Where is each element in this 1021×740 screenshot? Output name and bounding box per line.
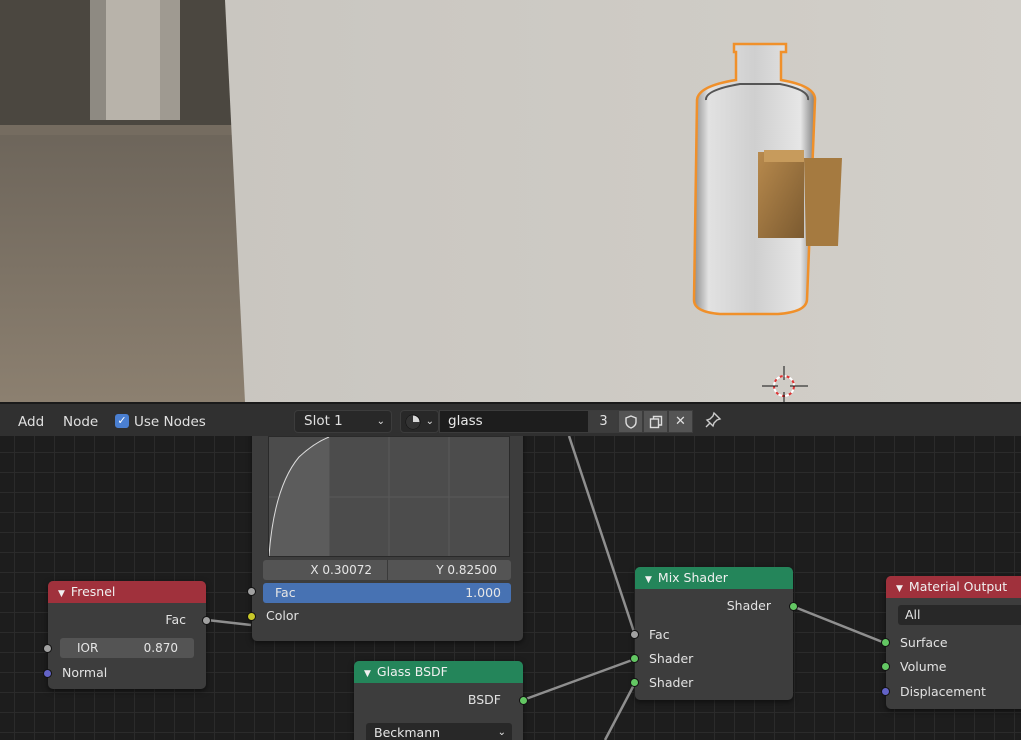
fresnel-node-header[interactable]: ▼ Fresnel [48, 581, 206, 603]
mix-shader-title: Mix Shader [657, 570, 728, 585]
material-output-node-header[interactable]: ▼ Material Output [886, 576, 1021, 598]
fresnel-ior-label: IOR [77, 641, 99, 655]
mix-shader-node-header[interactable]: ▼ Mix Shader [635, 567, 793, 589]
collapse-triangle-icon[interactable]: ▼ [896, 584, 903, 594]
cardboard-box [758, 152, 804, 238]
pin-icon[interactable] [704, 411, 722, 431]
node-editor-header: Add Node ✓ Use Nodes Slot 1 ⌄ ⌄ glass 3 … [0, 402, 1021, 436]
link-incoming-to-mix-fac [567, 436, 637, 636]
mix-shader-output-label: Shader [726, 598, 771, 613]
viewport-render [0, 0, 1021, 402]
material-browse-button[interactable]: ⌄ [400, 410, 439, 433]
material-output-node[interactable]: ▼ Material Output All Surface Volume Disp… [881, 576, 1021, 709]
glass-bsdf-node-header[interactable]: ▼ Glass BSDF [354, 661, 523, 683]
material-sphere-icon [405, 414, 421, 430]
use-nodes-checkbox[interactable]: ✓ [115, 414, 129, 428]
curve-point-readout[interactable]: X 0.30072 Y 0.82500 [263, 560, 511, 580]
glass-distribution-dropdown[interactable]: Beckmann ⌄ [366, 723, 512, 740]
curve-fac-socket[interactable] [247, 587, 256, 596]
duplicate-material-icon[interactable] [643, 410, 668, 433]
node-menu[interactable]: Node [63, 412, 98, 432]
mix-shader-output-socket[interactable] [789, 602, 798, 611]
curve-graph[interactable] [268, 436, 510, 557]
glass-bsdf-node[interactable]: ▼ Glass BSDF BSDF Beckmann ⌄ [354, 661, 528, 740]
chevron-down-icon: ⌄ [376, 416, 385, 427]
curve-x-field[interactable]: X 0.30072 [263, 560, 386, 580]
fresnel-ior-socket[interactable] [43, 644, 52, 653]
collapse-triangle-icon[interactable]: ▼ [645, 575, 652, 585]
link-offscreen-to-mix [603, 682, 637, 740]
glass-bsdf-title: Glass BSDF [376, 664, 448, 679]
glass-distribution-value: Beckmann [374, 725, 441, 740]
user-count-button[interactable]: 3 [589, 410, 618, 433]
add-menu[interactable]: Add [18, 412, 44, 432]
collapse-triangle-icon[interactable]: ▼ [364, 669, 371, 679]
curve-color-socket[interactable] [247, 612, 256, 621]
fresnel-node[interactable]: ▼ Fresnel Fac IOR 0.870 Normal [43, 581, 211, 689]
material-output-title: Material Output [908, 579, 1008, 594]
link-fresnel-to-curve [206, 618, 252, 627]
curve-y-field[interactable]: Y 0.82500 [387, 560, 511, 580]
output-surface-socket[interactable] [881, 638, 890, 647]
link-glass-to-mix [522, 657, 636, 702]
fresnel-ior-value: 0.870 [143, 641, 178, 655]
curve-color-label: Color [266, 608, 299, 623]
fresnel-normal-label: Normal [62, 665, 108, 680]
3d-viewport[interactable] [0, 0, 1021, 402]
glass-bsdf-output-label: BSDF [467, 692, 501, 707]
output-target-value: All [905, 607, 921, 622]
fresnel-normal-socket[interactable] [43, 669, 52, 678]
slot-value: Slot 1 [304, 413, 343, 429]
fresnel-fac-output-socket[interactable] [202, 616, 211, 625]
fresnel-fac-label: Fac [165, 612, 186, 627]
collapse-triangle-icon[interactable]: ▼ [58, 589, 65, 599]
mix-shader2-label: Shader [649, 675, 694, 690]
mix-shader-node[interactable]: ▼ Mix Shader Shader Fac Shader Shader [630, 567, 798, 700]
output-displacement-socket[interactable] [881, 687, 890, 696]
curve-fac-value: 1.000 [465, 585, 501, 600]
output-surface-label: Surface [900, 635, 948, 650]
slot-dropdown[interactable]: Slot 1 ⌄ [294, 410, 392, 433]
chevron-down-icon: ⌄ [497, 727, 506, 738]
curve-fac-slider[interactable]: Fac 1.000 [263, 583, 511, 603]
use-nodes-label[interactable]: Use Nodes [134, 412, 206, 432]
mix-fac-socket[interactable] [630, 630, 639, 639]
output-volume-label: Volume [900, 659, 947, 674]
fresnel-title: Fresnel [70, 584, 116, 599]
fresnel-ior-field[interactable]: IOR 0.870 [60, 638, 194, 658]
rgb-curves-node[interactable]: X 0.30072 Y 0.82500 Fac 1.000 Color [247, 436, 523, 641]
link-mix-to-output [791, 604, 886, 645]
material-name-field[interactable]: glass [439, 410, 589, 433]
mix-shader1-label: Shader [649, 651, 694, 666]
mix-shader2-socket[interactable] [630, 678, 639, 687]
fake-user-shield-icon[interactable] [618, 410, 643, 433]
white-wall [225, 0, 1021, 402]
output-displacement-label: Displacement [900, 684, 986, 699]
output-target-dropdown[interactable]: All [898, 605, 1021, 625]
unlink-close-icon[interactable]: ✕ [668, 410, 693, 433]
node-editor-canvas[interactable]: X 0.30072 Y 0.82500 Fac 1.000 Color ▼ Fre… [0, 436, 1021, 740]
output-volume-socket[interactable] [881, 662, 890, 671]
curve-fac-label: Fac [275, 585, 296, 600]
glass-bsdf-output-socket[interactable] [519, 696, 528, 705]
chevron-down-icon: ⌄ [425, 416, 434, 427]
mix-fac-label: Fac [649, 627, 670, 642]
mix-shader1-socket[interactable] [630, 654, 639, 663]
